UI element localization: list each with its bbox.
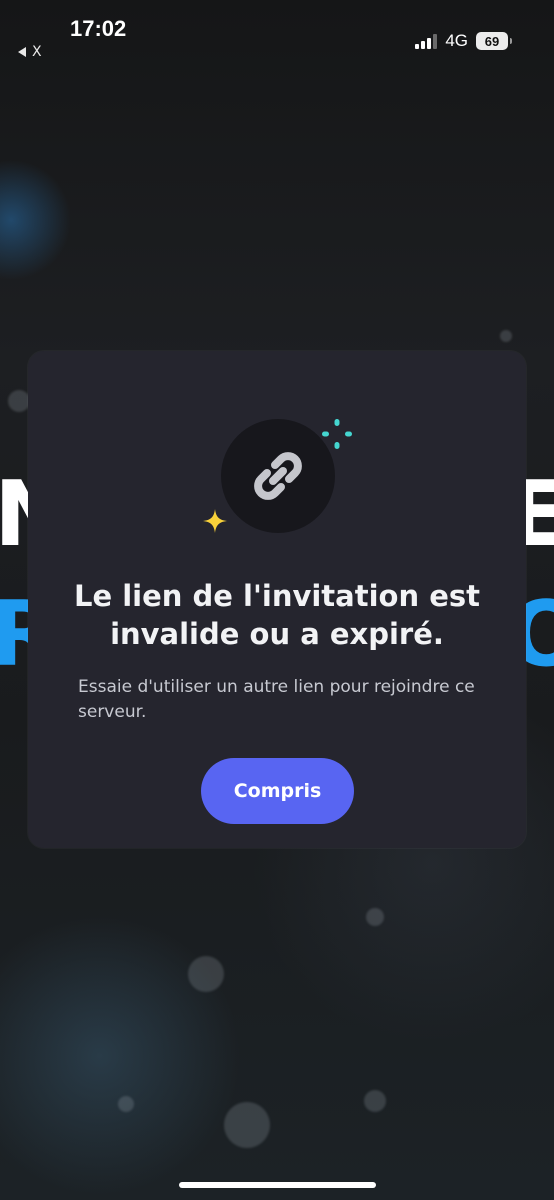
link-icon: [254, 452, 302, 500]
back-arrow-icon: [18, 47, 26, 57]
got-it-button[interactable]: Compris: [201, 758, 354, 824]
back-app-label: X: [32, 44, 42, 60]
background-bokeh: [364, 1090, 386, 1112]
battery-level: 69: [484, 33, 500, 49]
network-type: 4G: [445, 31, 468, 50]
cellular-signal-icon: [415, 33, 438, 49]
app-screen: N R E O X 17:02 4G 69: [0, 0, 554, 1200]
background-bokeh: [500, 330, 512, 342]
dialog-description: Essaie d'utiliser un autre lien pour rej…: [78, 677, 475, 722]
status-indicators: 4G 69: [415, 31, 512, 51]
background-bokeh: [118, 1096, 134, 1112]
status-bar: X 17:02 4G 69: [0, 0, 554, 70]
sparkle-icon: [203, 509, 227, 533]
battery-icon: 69: [476, 32, 512, 50]
invalid-invite-dialog: Le lien de l'invitation est invalide ou …: [28, 351, 526, 848]
link-icon-badge: [221, 419, 335, 533]
background-bokeh: [224, 1102, 270, 1148]
back-to-app-button[interactable]: X: [18, 44, 42, 60]
dialog-title: Le lien de l'invitation est invalide ou …: [74, 579, 480, 651]
background-bokeh: [188, 956, 224, 992]
status-time: 17:02: [70, 16, 127, 41]
background-bokeh: [366, 908, 384, 926]
background-bokeh: [8, 390, 30, 412]
sparkle-icon: [322, 419, 352, 449]
home-indicator[interactable]: [179, 1182, 376, 1188]
